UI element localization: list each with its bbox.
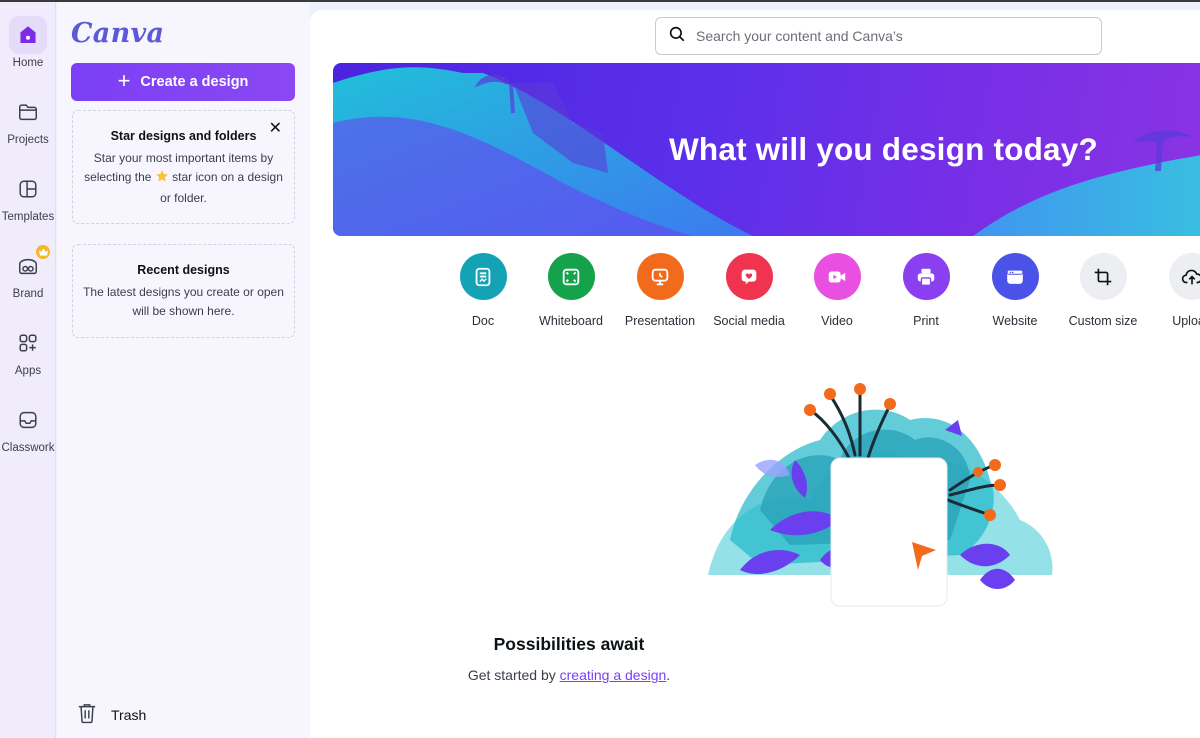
folder-icon: [9, 93, 47, 131]
creating-design-link[interactable]: creating a design: [560, 667, 667, 683]
rail-label-projects: Projects: [7, 134, 49, 146]
design-type-custom-size[interactable]: Custom size: [1055, 253, 1151, 328]
video-icon: [813, 253, 861, 300]
doc-icon: [459, 253, 507, 300]
left-rail: Home Projects Templates Brand Apps Class…: [0, 2, 56, 738]
star-card-title: Star designs and folders: [110, 129, 257, 143]
trash-label: Trash: [111, 706, 147, 723]
trash-button[interactable]: Trash: [77, 702, 146, 727]
design-type-label: Website: [992, 314, 1038, 328]
star-icon: [155, 169, 169, 189]
design-type-label: Social media: [713, 314, 785, 328]
close-icon[interactable]: ✕: [269, 121, 282, 137]
rail-item-apps[interactable]: Apps: [0, 324, 56, 377]
recent-designs-card: Recent designs The latest designs you cr…: [72, 244, 295, 338]
website-icon: [991, 253, 1039, 300]
design-type-label: Doc: [471, 314, 495, 328]
upload-cloud-icon: [1168, 253, 1200, 300]
banner-title: What will you design today?: [669, 131, 1098, 167]
rail-item-brand[interactable]: Brand: [0, 245, 56, 300]
whiteboard-icon: [547, 253, 595, 300]
create-design-label: Create a design: [140, 74, 249, 90]
design-type-label: Presentation: [624, 314, 696, 328]
trash-icon: [77, 702, 97, 727]
crop-icon: [1079, 253, 1127, 300]
design-type-label: Upload: [1172, 314, 1200, 328]
rail-item-templates[interactable]: Templates: [0, 170, 56, 223]
recent-card-text: The latest designs you create or open wi…: [83, 285, 284, 318]
presentation-icon: [636, 253, 684, 300]
rail-item-projects[interactable]: Projects: [0, 93, 56, 146]
create-design-button[interactable]: + Create a design: [71, 63, 295, 101]
rail-label-brand: Brand: [12, 288, 44, 300]
design-type-presentation[interactable]: Presentation: [612, 253, 708, 328]
empty-state-text: Get started by creating a design.: [467, 667, 671, 683]
templates-icon: [9, 170, 47, 208]
search-bar[interactable]: [655, 17, 1102, 55]
design-type-doc[interactable]: Doc: [435, 253, 531, 328]
design-type-label: Whiteboard: [539, 314, 603, 328]
empty-state-title: Possibilities await: [493, 634, 645, 654]
rail-item-classwork[interactable]: Classwork: [0, 401, 56, 454]
rail-label-classwork: Classwork: [1, 442, 55, 454]
empty-state-illustration: [700, 370, 1060, 615]
star-card-text: Star your most important items by select…: [84, 151, 283, 205]
apps-icon: [9, 324, 47, 362]
rail-label-home: Home: [12, 57, 44, 69]
inbox-icon: [9, 401, 47, 439]
search-input[interactable]: [696, 28, 1076, 44]
design-type-video[interactable]: Video: [789, 253, 885, 328]
design-type-upload[interactable]: Upload: [1144, 253, 1200, 328]
star-designs-card: ✕ Star designs and folders Star your mos…: [72, 110, 295, 224]
plus-icon: +: [117, 68, 131, 93]
rail-label-apps: Apps: [14, 365, 42, 377]
printer-icon: [902, 253, 950, 300]
main-content: What will you design today? Doc Whiteboa…: [310, 10, 1200, 738]
side-panel: Canva + Create a design ✕ Star designs a…: [57, 2, 310, 738]
design-type-website[interactable]: Website: [967, 253, 1063, 328]
design-type-label: Custom size: [1068, 314, 1138, 328]
hero-banner: What will you design today?: [333, 63, 1200, 236]
canva-logo[interactable]: Canva: [71, 18, 164, 49]
design-type-label: Video: [821, 314, 853, 328]
rail-item-home[interactable]: Home: [0, 16, 56, 69]
home-icon: [9, 16, 47, 54]
design-type-whiteboard[interactable]: Whiteboard: [523, 253, 619, 328]
rail-label-templates: Templates: [1, 211, 55, 223]
crown-icon: [36, 245, 50, 259]
design-type-label: Print: [913, 314, 939, 328]
recent-card-title: Recent designs: [137, 263, 230, 277]
design-type-social-media[interactable]: Social media: [701, 253, 797, 328]
search-icon: [668, 25, 686, 48]
heart-icon: [725, 253, 773, 300]
design-type-print[interactable]: Print: [878, 253, 974, 328]
